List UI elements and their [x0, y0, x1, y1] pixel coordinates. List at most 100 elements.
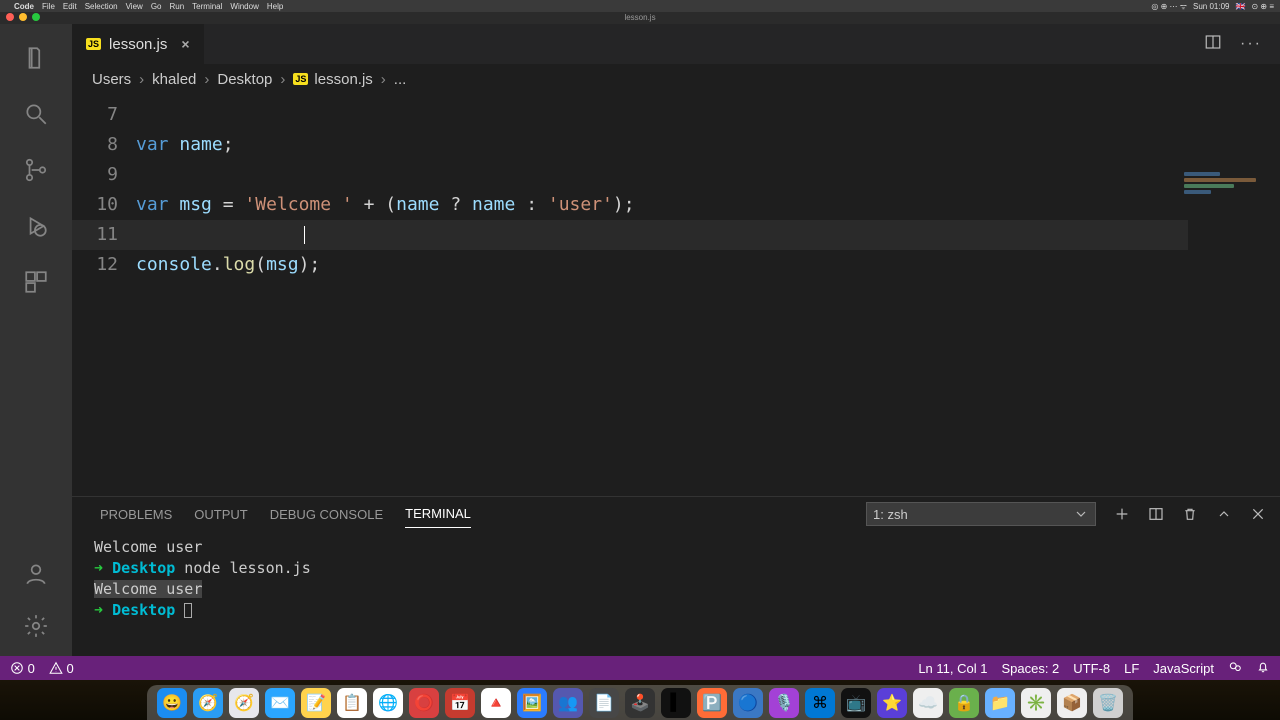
status-warnings[interactable]: 0: [49, 661, 74, 676]
dock-app-lock[interactable]: 🔒: [949, 688, 979, 718]
window-title: lesson.js: [0, 12, 1280, 24]
extensions-icon[interactable]: [22, 268, 50, 296]
line-number-gutter: 7 8 9 10 11 12: [72, 100, 136, 496]
menubar-misc: ⊙ ⊕ ≡: [1251, 2, 1274, 11]
breadcrumb-seg-2[interactable]: Desktop: [217, 71, 272, 88]
terminal-selector[interactable]: 1: zsh: [866, 502, 1096, 526]
dock-app-finder[interactable]: 😀: [157, 688, 187, 718]
status-errors[interactable]: 0: [10, 661, 35, 676]
dock-app-postman[interactable]: 🅿️: [697, 688, 727, 718]
menu-edit[interactable]: Edit: [63, 2, 77, 11]
breadcrumb-seg-1[interactable]: khaled: [152, 71, 196, 88]
search-icon[interactable]: [22, 100, 50, 128]
text-cursor: [304, 226, 305, 244]
breadcrumb-seg-0[interactable]: Users: [92, 71, 131, 88]
macos-dock-area: 😀🧭🧭✉️📝📋🌐⭕📅🔺🖼️👥📄🕹️▌🅿️🔵🎙️⌘📺⭐☁️🔒📁✳️📦🗑️: [0, 680, 1280, 720]
account-icon[interactable]: [22, 560, 50, 588]
tab-close-icon[interactable]: ×: [181, 36, 189, 52]
panel-tab-terminal[interactable]: TERMINAL: [405, 500, 471, 528]
dock-app-gdrive[interactable]: 🔺: [481, 688, 511, 718]
terminal-body[interactable]: Welcome user➜ Desktop node lesson.jsWelc…: [72, 531, 1280, 656]
dock-app-mail[interactable]: ✉️: [265, 688, 295, 718]
close-panel-icon[interactable]: [1250, 506, 1266, 522]
menu-selection[interactable]: Selection: [85, 2, 118, 11]
dock-app-reminders[interactable]: 📋: [337, 688, 367, 718]
dock-app-app3[interactable]: 📦: [1057, 688, 1087, 718]
menu-run[interactable]: Run: [169, 2, 184, 11]
status-bar: 0 0 Ln 11, Col 1 Spaces: 2 UTF-8 LF Java…: [0, 656, 1280, 680]
new-terminal-icon[interactable]: [1114, 506, 1130, 522]
status-language[interactable]: JavaScript: [1153, 661, 1214, 676]
chevron-down-icon: [1073, 506, 1089, 522]
close-window-icon[interactable]: [6, 13, 14, 21]
kill-terminal-icon[interactable]: [1182, 506, 1198, 522]
panel-tab-output[interactable]: OUTPUT: [194, 501, 247, 528]
panel-tab-debug-console[interactable]: DEBUG CONSOLE: [270, 501, 383, 528]
editor-more-icon[interactable]: ···: [1240, 35, 1262, 53]
dock-app-notes[interactable]: 📝: [301, 688, 331, 718]
zoom-window-icon[interactable]: [32, 13, 40, 21]
dock-app-terminal[interactable]: ▌: [661, 688, 691, 718]
split-editor-icon[interactable]: [1204, 33, 1222, 56]
dock-app-trash[interactable]: 🗑️: [1093, 688, 1123, 718]
bottom-panel: PROBLEMS OUTPUT DEBUG CONSOLE TERMINAL 1…: [72, 496, 1280, 656]
code-content[interactable]: var name; var msg = 'Welcome ' + (name ?…: [136, 100, 1280, 496]
menu-app-name[interactable]: Code: [14, 2, 34, 11]
mac-menu-bar: Code File Edit Selection View Go Run Ter…: [0, 0, 1280, 12]
menu-go[interactable]: Go: [151, 2, 162, 11]
activity-bar: [0, 24, 72, 656]
breadcrumb-tail[interactable]: ...: [394, 71, 407, 88]
status-spaces[interactable]: Spaces: 2: [1001, 661, 1059, 676]
dock-app-folder[interactable]: 📁: [985, 688, 1015, 718]
menu-terminal[interactable]: Terminal: [192, 2, 222, 11]
dock-app-sublime[interactable]: 📄: [589, 688, 619, 718]
window-traffic-lights[interactable]: [6, 13, 40, 21]
split-terminal-icon[interactable]: [1148, 506, 1164, 522]
status-encoding[interactable]: UTF-8: [1073, 661, 1110, 676]
source-control-icon[interactable]: [22, 156, 50, 184]
dock-app-tv[interactable]: 📺: [841, 688, 871, 718]
maximize-panel-icon[interactable]: [1216, 506, 1232, 522]
status-bell-icon[interactable]: [1256, 660, 1270, 677]
dock-app-slack[interactable]: ✳️: [1021, 688, 1051, 718]
status-icons: ◎ ⊕ ⋯ ᯤ: [1151, 1, 1187, 12]
dock-app-vscode[interactable]: ⌘: [805, 688, 835, 718]
menu-help[interactable]: Help: [267, 2, 283, 11]
dock-app-opera[interactable]: ⭕: [409, 688, 439, 718]
tab-filename: lesson.js: [109, 36, 167, 53]
menu-window[interactable]: Window: [230, 2, 258, 11]
dock-app-teams[interactable]: 👥: [553, 688, 583, 718]
tab-bar: JS lesson.js × ···: [72, 24, 1280, 64]
dock-app-preview[interactable]: 🖼️: [517, 688, 547, 718]
status-eol[interactable]: LF: [1124, 661, 1139, 676]
js-file-icon: JS: [293, 73, 308, 85]
menubar-clock: Sun 01:09: [1193, 2, 1229, 11]
menubar-flag: 🇬🇧: [1236, 2, 1246, 11]
panel-tab-bar: PROBLEMS OUTPUT DEBUG CONSOLE TERMINAL 1…: [72, 497, 1280, 531]
status-feedback-icon[interactable]: [1228, 660, 1242, 677]
debug-icon[interactable]: [22, 212, 50, 240]
dock-app-safari[interactable]: 🧭: [193, 688, 223, 718]
dock-app-drc[interactable]: 📅: [445, 688, 475, 718]
macos-dock: 😀🧭🧭✉️📝📋🌐⭕📅🔺🖼️👥📄🕹️▌🅿️🔵🎙️⌘📺⭐☁️🔒📁✳️📦🗑️: [147, 685, 1133, 720]
dock-app-safari2[interactable]: 🧭: [229, 688, 259, 718]
settings-gear-icon[interactable]: [22, 612, 50, 640]
explorer-icon[interactable]: [22, 44, 50, 72]
dock-app-podcast[interactable]: 🎙️: [769, 688, 799, 718]
breadcrumb[interactable]: Users› khaled› Desktop› JS lesson.js› ..…: [72, 64, 1280, 94]
status-ln-col[interactable]: Ln 11, Col 1: [918, 661, 987, 676]
dock-app-app1[interactable]: 🔵: [733, 688, 763, 718]
menu-file[interactable]: File: [42, 2, 55, 11]
dock-app-dashboard[interactable]: 🕹️: [625, 688, 655, 718]
menu-view[interactable]: View: [126, 2, 143, 11]
minimize-window-icon[interactable]: [19, 13, 27, 21]
dock-app-imovie[interactable]: ⭐: [877, 688, 907, 718]
code-editor[interactable]: 7 8 9 10 11 12 var name; var msg = 'Welc…: [72, 94, 1280, 496]
editor-area: JS lesson.js × ··· Users› khaled› Deskto…: [72, 24, 1280, 656]
tab-lesson-js[interactable]: JS lesson.js ×: [72, 24, 205, 64]
dock-app-app2[interactable]: ☁️: [913, 688, 943, 718]
breadcrumb-file[interactable]: lesson.js: [314, 71, 372, 88]
js-file-icon: JS: [86, 38, 101, 50]
dock-app-chrome[interactable]: 🌐: [373, 688, 403, 718]
panel-tab-problems[interactable]: PROBLEMS: [100, 501, 172, 528]
